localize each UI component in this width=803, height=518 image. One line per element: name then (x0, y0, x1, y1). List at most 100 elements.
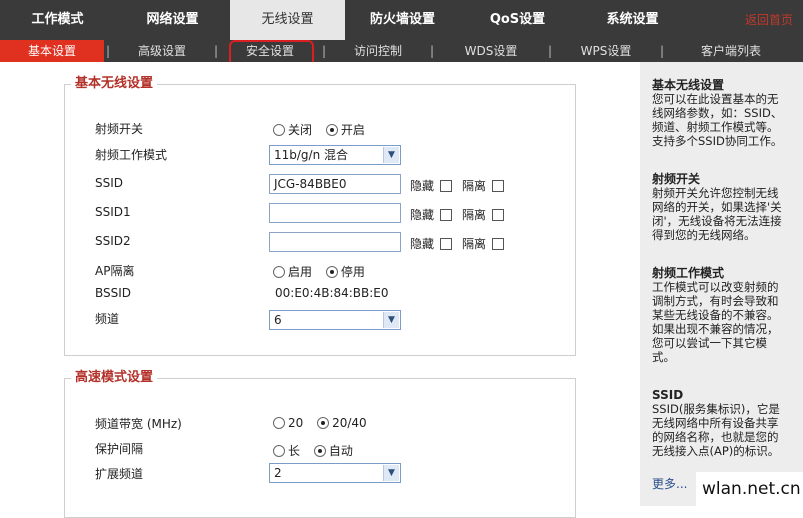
ssid1-hide-checkbox[interactable] (440, 208, 453, 221)
bandwidth-label: 频道带宽 (MHz) (95, 417, 182, 431)
bandwidth-options: 20 20/40 (273, 416, 377, 430)
chevron-down-icon: ▼ (383, 147, 399, 163)
radio-on-radio[interactable] (325, 124, 338, 136)
radio-switch-label: 射频开关 (95, 122, 144, 136)
separator: | (659, 44, 665, 58)
ssid2-label: SSID2 (95, 234, 131, 248)
home-link[interactable]: 返回首页 (745, 0, 793, 40)
ap-disable-text: 停用 (340, 265, 365, 279)
help-title: SSID (652, 388, 684, 402)
channel-select[interactable]: 6 ▼ (269, 310, 401, 330)
subtab-wds[interactable]: WDS设置 (436, 40, 546, 62)
subtab-wps[interactable]: WPS设置 (554, 40, 658, 62)
tab-qos-settings[interactable]: QoS设置 (460, 0, 575, 40)
ext-channel-label: 扩展频道 (95, 467, 144, 481)
ssid1-input[interactable] (269, 203, 401, 223)
ssid-hide-checkbox[interactable] (440, 179, 453, 192)
channel-label: 频道 (95, 312, 120, 326)
separator: | (321, 44, 327, 58)
ssid1-label: SSID1 (95, 205, 131, 219)
sub-navigation: 基本设置 | 高级设置 | 安全设置 | 访问控制 | WDS设置 | WPS设… (0, 40, 803, 62)
bw-2040-radio[interactable] (317, 417, 330, 429)
radio-off-text: 关闭 (288, 123, 313, 137)
bw-2040-text: 20/40 (332, 416, 367, 430)
guard-interval-options: 长 自动 (273, 442, 363, 459)
help-text: 工作模式可以改变射频的调制方式，有时会导致和某些无线设备的不兼容。如果出现不兼容… (652, 280, 779, 364)
subtab-client-list[interactable]: 客户端列表 (666, 40, 796, 62)
gi-auto-radio[interactable] (313, 445, 326, 457)
tab-wireless-settings[interactable]: 无线设置 (230, 0, 345, 40)
ssid-options: 隐藏 隔离 (410, 177, 514, 194)
ap-isolation-label: AP隔离 (95, 264, 135, 278)
top-navigation: 工作模式 网络设置 无线设置 防火墙设置 QoS设置 系统设置 返回首页 (0, 0, 803, 40)
gi-long-text: 长 (288, 444, 301, 458)
ext-channel-select-value: 2 (274, 466, 282, 480)
mode-label: 射频工作模式 (95, 148, 168, 162)
tab-network-settings[interactable]: 网络设置 (115, 0, 230, 40)
separator: | (213, 44, 219, 58)
ssid1-isolate-checkbox[interactable] (492, 208, 505, 221)
help-title: 射频工作模式 (652, 266, 725, 280)
ssid2-isolate-checkbox[interactable] (492, 237, 505, 250)
ssid2-options: 隐藏 隔离 (410, 235, 514, 252)
chevron-down-icon: ▼ (383, 312, 399, 328)
watermark: wlan.net.cn (696, 472, 803, 506)
main-content: 基本无线设置 射频开关 关闭 开启 射频工作模式 11b/g/n 混合 ▼ SS… (0, 62, 640, 518)
subtab-advanced[interactable]: 高级设置 (112, 40, 212, 62)
help-block-mode: 射频工作模式 工作模式可以改变射频的调制方式，有时会导致和某些无线设备的不兼容。… (652, 266, 789, 364)
chevron-down-icon: ▼ (383, 465, 399, 481)
mode-select[interactable]: 11b/g/n 混合 ▼ (269, 145, 401, 165)
ssid2-input[interactable] (269, 232, 401, 252)
bssid-value: 00:E0:4B:84:BB:E0 (275, 286, 389, 300)
tab-work-mode[interactable]: 工作模式 (0, 0, 115, 40)
ap-isolation-options: 启用 停用 (273, 263, 375, 280)
help-title: 基本无线设置 (652, 78, 725, 92)
tab-system-settings[interactable]: 系统设置 (575, 0, 690, 40)
separator: | (429, 44, 435, 58)
radio-off-radio[interactable] (273, 124, 285, 136)
help-text: 您可以在此设置基本的无线网络参数，如：SSID、频道、射频工作模式等。支持多个S… (652, 92, 783, 148)
help-panel: 基本无线设置 您可以在此设置基本的无线网络参数，如：SSID、频道、射频工作模式… (640, 62, 803, 506)
hide-label: 隐藏 (410, 179, 435, 193)
tab-firewall-settings[interactable]: 防火墙设置 (345, 0, 460, 40)
bw-20-radio[interactable] (273, 417, 285, 429)
high-throughput-legend: 高速模式设置 (71, 369, 158, 387)
channel-select-value: 6 (274, 313, 282, 327)
mode-select-value: 11b/g/n 混合 (274, 148, 349, 162)
ssid-label: SSID (95, 176, 124, 190)
separator: | (547, 44, 553, 58)
ap-enable-radio[interactable] (273, 266, 285, 278)
hide-label: 隐藏 (410, 237, 435, 251)
bw-20-text: 20 (288, 416, 304, 430)
radio-on-text: 开启 (340, 123, 365, 137)
isolate-label: 隔离 (462, 237, 487, 251)
ap-disable-radio[interactable] (325, 266, 338, 278)
basic-wireless-legend: 基本无线设置 (71, 75, 158, 93)
radio-switch-options: 关闭 开启 (273, 121, 375, 138)
isolate-label: 隔离 (462, 208, 487, 222)
hide-label: 隐藏 (410, 208, 435, 222)
ext-channel-select[interactable]: 2 ▼ (269, 463, 401, 483)
help-text: SSID(服务集标识)，它是无线网络中所有设备共享的网络名称，也就是您的无线接入… (652, 402, 780, 458)
ap-enable-text: 启用 (288, 265, 313, 279)
help-block-ssid: SSID SSID(服务集标识)，它是无线网络中所有设备共享的网络名称，也就是您… (652, 388, 789, 458)
ssid1-options: 隐藏 隔离 (410, 206, 514, 223)
subtab-access-control[interactable]: 访问控制 (328, 40, 428, 62)
help-more-link[interactable]: 更多... (652, 475, 687, 492)
high-throughput-fieldset: 高速模式设置 频道带宽 (MHz) 20 20/40 保护间隔 长 自动 扩展频… (64, 369, 576, 518)
subtab-basic[interactable]: 基本设置 (0, 40, 104, 62)
gi-auto-text: 自动 (328, 444, 353, 458)
basic-wireless-fieldset: 基本无线设置 射频开关 关闭 开启 射频工作模式 11b/g/n 混合 ▼ SS… (64, 75, 576, 356)
gi-long-radio[interactable] (273, 445, 285, 457)
bssid-label: BSSID (95, 286, 132, 300)
help-title: 射频开关 (652, 172, 701, 186)
ssid-input[interactable]: JCG-84BBE0 (269, 174, 401, 194)
ssid2-hide-checkbox[interactable] (440, 237, 453, 250)
isolate-label: 隔离 (462, 179, 487, 193)
guard-interval-label: 保护间隔 (95, 442, 144, 456)
separator: | (105, 44, 111, 58)
help-block-basic: 基本无线设置 您可以在此设置基本的无线网络参数，如：SSID、频道、射频工作模式… (652, 78, 789, 148)
help-text: 射频开关允许您控制无线网络的开关，如果选择'关闭'，无线设备将无法连接得到您的无… (652, 186, 782, 242)
ssid-isolate-checkbox[interactable] (492, 179, 505, 192)
help-block-radio: 射频开关 射频开关允许您控制无线网络的开关，如果选择'关闭'，无线设备将无法连接… (652, 172, 789, 242)
